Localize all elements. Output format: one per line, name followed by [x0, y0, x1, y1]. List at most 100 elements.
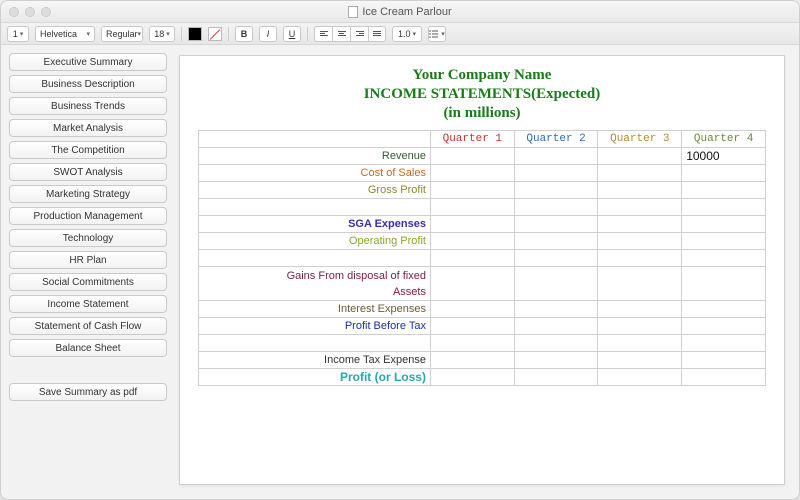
cell[interactable] — [598, 301, 682, 318]
sidebar-item-technology[interactable]: Technology — [9, 229, 167, 247]
cell[interactable] — [430, 233, 514, 250]
cell[interactable] — [682, 165, 766, 182]
text-color-swatch[interactable] — [188, 27, 202, 41]
cell-revenue-q4[interactable]: 10000 — [682, 148, 766, 165]
cell[interactable] — [430, 182, 514, 199]
cell[interactable] — [514, 199, 598, 216]
cell[interactable] — [598, 369, 682, 386]
save-summary-pdf-button[interactable]: Save Summary as pdf — [9, 383, 167, 401]
cell[interactable] — [514, 352, 598, 369]
header-q3: Quarter 3 — [598, 131, 682, 148]
cell[interactable] — [430, 335, 514, 352]
cell[interactable] — [682, 250, 766, 267]
highlight-color-swatch[interactable] — [208, 27, 222, 41]
cell[interactable] — [598, 352, 682, 369]
cell[interactable] — [430, 369, 514, 386]
cell[interactable] — [682, 199, 766, 216]
cell[interactable] — [598, 267, 682, 301]
align-left-button[interactable] — [314, 26, 332, 42]
row-label: Operating Profit — [199, 233, 431, 250]
sidebar-item-the-competition[interactable]: The Competition — [9, 141, 167, 159]
cell[interactable] — [430, 199, 514, 216]
cell[interactable] — [598, 165, 682, 182]
sidebar-item-hr-plan[interactable]: HR Plan — [9, 251, 167, 269]
row-cost-of-sales[interactable]: Cost of Sales — [199, 165, 766, 182]
cell[interactable] — [598, 182, 682, 199]
cell[interactable] — [598, 250, 682, 267]
document-page[interactable]: Your Company Name INCOME STATEMENTS(Expe… — [179, 55, 785, 485]
cell[interactable] — [430, 165, 514, 182]
cell[interactable] — [682, 267, 766, 301]
align-justify-button[interactable] — [368, 26, 386, 42]
row-pbt[interactable]: Profit Before Tax — [199, 318, 766, 335]
list-button[interactable]: ▾ — [428, 26, 446, 42]
cell[interactable] — [682, 335, 766, 352]
align-center-button[interactable] — [332, 26, 350, 42]
cell[interactable] — [430, 318, 514, 335]
cell[interactable] — [514, 301, 598, 318]
cell[interactable] — [598, 148, 682, 165]
cell[interactable] — [682, 369, 766, 386]
sidebar-item-executive-summary[interactable]: Executive Summary — [9, 53, 167, 71]
sidebar-item-production-management[interactable]: Production Management — [9, 207, 167, 225]
row-tax[interactable]: Income Tax Expense — [199, 352, 766, 369]
cell[interactable] — [514, 267, 598, 301]
cell[interactable] — [514, 165, 598, 182]
cell[interactable] — [514, 335, 598, 352]
sidebar-item-income-statement[interactable]: Income Statement — [9, 295, 167, 313]
sidebar-item-balance-sheet[interactable]: Balance Sheet — [9, 339, 167, 357]
sidebar-item-statement-cash-flow[interactable]: Statement of Cash Flow — [9, 317, 167, 335]
font-size-select[interactable]: 18▾ — [149, 26, 175, 42]
cell[interactable] — [514, 369, 598, 386]
sidebar-item-business-trends[interactable]: Business Trends — [9, 97, 167, 115]
row-blank[interactable] — [199, 250, 766, 267]
row-interest[interactable]: Interest Expenses — [199, 301, 766, 318]
cell[interactable] — [682, 318, 766, 335]
style-select[interactable]: 1▾ — [7, 26, 29, 42]
cell[interactable] — [430, 250, 514, 267]
sidebar-item-swot-analysis[interactable]: SWOT Analysis — [9, 163, 167, 181]
underline-button[interactable]: U — [283, 26, 301, 42]
row-blank[interactable] — [199, 335, 766, 352]
cell[interactable] — [514, 148, 598, 165]
cell[interactable] — [682, 216, 766, 233]
cell[interactable] — [430, 267, 514, 301]
cell[interactable] — [598, 233, 682, 250]
cell[interactable] — [514, 182, 598, 199]
cell[interactable] — [682, 301, 766, 318]
cell[interactable] — [598, 318, 682, 335]
row-gains-l1[interactable]: Gains From disposal of fixed — [199, 267, 766, 284]
cell[interactable] — [514, 216, 598, 233]
cell[interactable] — [514, 233, 598, 250]
sidebar-item-marketing-strategy[interactable]: Marketing Strategy — [9, 185, 167, 203]
row-profit-loss[interactable]: Profit (or Loss) — [199, 369, 766, 386]
font-family-select[interactable]: Helvetica▾ — [35, 26, 95, 42]
cell[interactable] — [682, 352, 766, 369]
cell[interactable] — [514, 250, 598, 267]
row-operating-profit[interactable]: Operating Profit — [199, 233, 766, 250]
cell[interactable] — [430, 216, 514, 233]
row-sga[interactable]: SGA Expenses — [199, 216, 766, 233]
bold-button[interactable]: B — [235, 26, 253, 42]
cell[interactable] — [514, 318, 598, 335]
cell[interactable] — [598, 199, 682, 216]
window-title-text: Ice Cream Parlour — [362, 6, 451, 18]
font-weight-select[interactable]: Regular▾ — [101, 26, 143, 42]
cell[interactable] — [598, 335, 682, 352]
cell[interactable] — [682, 233, 766, 250]
cell[interactable] — [430, 301, 514, 318]
sidebar-item-business-description[interactable]: Business Description — [9, 75, 167, 93]
income-statement-table[interactable]: Quarter 1 Quarter 2 Quarter 3 Quarter 4 … — [198, 130, 766, 386]
sidebar-item-market-analysis[interactable]: Market Analysis — [9, 119, 167, 137]
row-blank[interactable] — [199, 199, 766, 216]
row-gross-profit[interactable]: Gross Profit — [199, 182, 766, 199]
row-revenue[interactable]: Revenue 10000 — [199, 148, 766, 165]
italic-button[interactable]: I — [259, 26, 277, 42]
cell[interactable] — [682, 182, 766, 199]
cell[interactable] — [430, 148, 514, 165]
sidebar-item-social-commitments[interactable]: Social Commitments — [9, 273, 167, 291]
line-spacing-select[interactable]: 1.0▾ — [392, 26, 422, 42]
cell[interactable] — [430, 352, 514, 369]
cell[interactable] — [598, 216, 682, 233]
align-right-button[interactable] — [350, 26, 368, 42]
